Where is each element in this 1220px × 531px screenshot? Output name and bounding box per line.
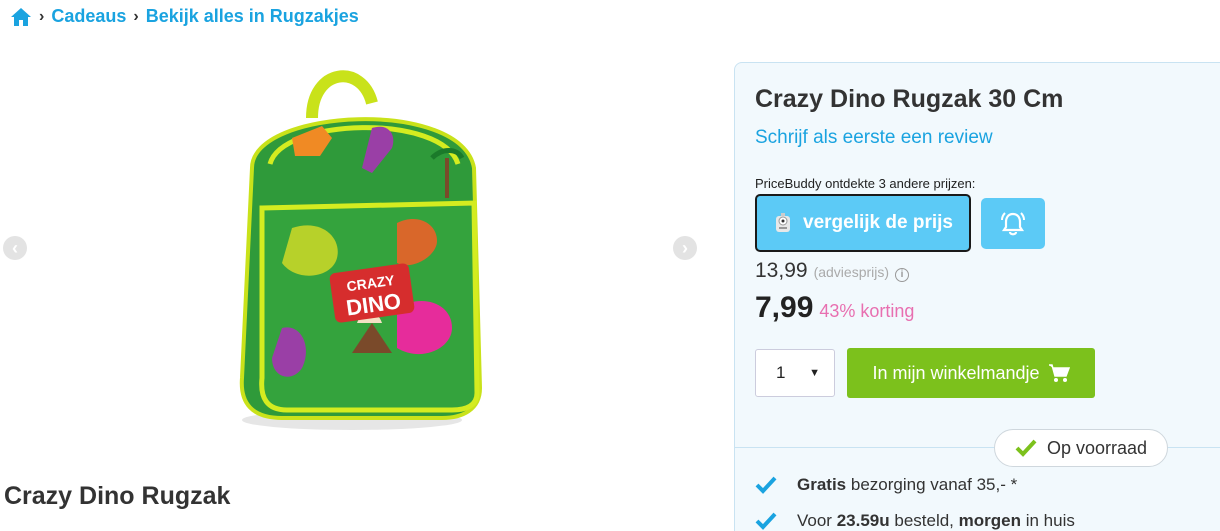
info-icon[interactable]: i xyxy=(895,267,910,282)
old-price: 13,99 xyxy=(755,259,808,282)
bell-icon xyxy=(1001,211,1025,235)
stock-label: Op voorraad xyxy=(1046,437,1148,458)
breadcrumb-separator: › xyxy=(39,7,45,25)
advies-label: (adviesprijs) xyxy=(813,264,890,280)
usp-rest: bezorging vanaf 35,- * xyxy=(846,475,1018,494)
cart-icon xyxy=(1048,364,1070,382)
new-price-row: 7,99 43% korting xyxy=(755,291,914,325)
pricebuddy-text: PriceBuddy ontdekte 3 andere prijzen: xyxy=(755,176,976,191)
usp-bold: 23.59u xyxy=(836,511,890,530)
product-title: Crazy Dino Rugzak 30 Cm xyxy=(755,85,1064,113)
usp-mid: besteld, xyxy=(889,511,959,530)
pricebuddy-icon xyxy=(776,213,791,232)
write-review-link[interactable]: Schrijf als eerste een review xyxy=(755,127,993,149)
product-image[interactable]: CRAZY DINO xyxy=(212,58,488,436)
usp-text: Gratis bezorging vanaf 35,- * xyxy=(797,475,1017,495)
stock-badge: Op voorraad xyxy=(994,429,1168,467)
usp-item: Voor 23.59u besteld, morgen in huis xyxy=(755,511,1075,531)
check-icon xyxy=(1015,439,1037,457)
quantity-select[interactable]: 1 ▼ xyxy=(755,349,835,397)
breadcrumb-separator: › xyxy=(133,7,139,25)
breadcrumb-cadeaus[interactable]: Cadeaus xyxy=(51,6,126,27)
compare-price-label: vergelijk de prijs xyxy=(803,212,953,233)
usp-pre: Voor xyxy=(797,511,837,530)
home-icon[interactable] xyxy=(10,7,32,27)
quantity-value: 1 xyxy=(776,363,786,382)
discount-label: 43% korting xyxy=(819,301,915,321)
chevron-left-icon[interactable]: ‹ xyxy=(3,236,27,260)
chevron-right-icon[interactable]: › xyxy=(673,236,697,260)
add-to-cart-label: In mijn winkelmandje xyxy=(872,362,1040,383)
add-to-cart-button[interactable]: In mijn winkelmandje xyxy=(847,348,1095,398)
check-icon xyxy=(755,512,777,530)
usp-post: in huis xyxy=(1020,511,1075,530)
caret-down-icon: ▼ xyxy=(809,367,820,379)
usp-bold-2: morgen xyxy=(958,511,1021,530)
product-panel: Crazy Dino Rugzak 30 Cm Schrijf als eers… xyxy=(734,62,1220,531)
usp-text: Voor 23.59u besteld, morgen in huis xyxy=(797,511,1075,531)
new-price: 7,99 xyxy=(755,291,814,324)
price-alert-button[interactable] xyxy=(981,198,1045,249)
product-name: Crazy Dino Rugzak xyxy=(4,482,231,510)
usp-item: Gratis bezorging vanaf 35,- * xyxy=(755,475,1017,495)
check-icon xyxy=(755,476,777,494)
compare-price-button[interactable]: vergelijk de prijs xyxy=(755,194,971,252)
usp-bold: Gratis xyxy=(797,475,847,494)
product-gallery: ‹ CRAZY DINO › xyxy=(0,58,700,448)
breadcrumb: › Cadeaus › Bekijk alles in Rugzakjes xyxy=(10,6,359,27)
old-price-row: 13,99 (adviesprijs) i xyxy=(755,259,910,283)
breadcrumb-rugzakjes[interactable]: Bekijk alles in Rugzakjes xyxy=(146,6,359,27)
